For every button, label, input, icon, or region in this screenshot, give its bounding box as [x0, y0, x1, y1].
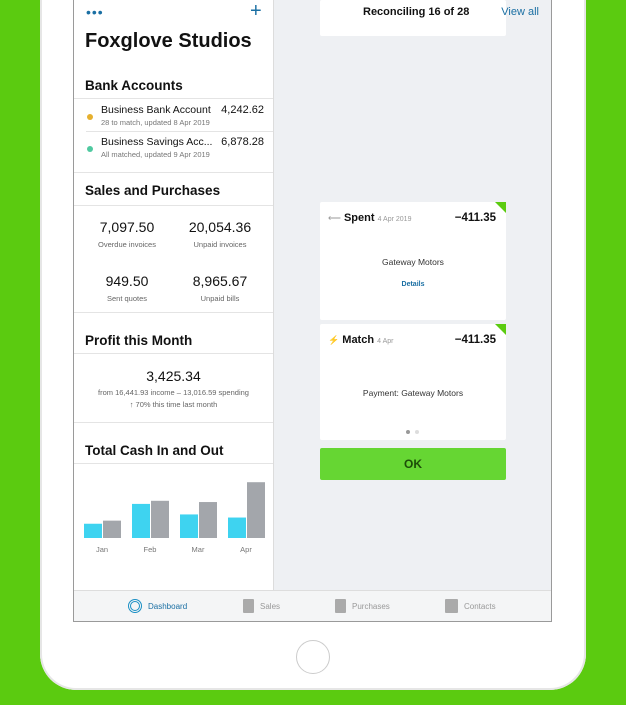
stat-value: 949.50	[105, 273, 149, 289]
corner-flag	[495, 202, 506, 213]
spent-date: 4 Apr 2019	[377, 216, 412, 223]
stat-overdue-invoices[interactable]: 7,097.50 Overdue invoices	[82, 219, 172, 249]
stat-unpaid-bills[interactable]: 8,965.67 Unpaid bills	[175, 273, 265, 303]
dashboard-icon	[128, 599, 142, 613]
bar-feb-in	[132, 503, 150, 538]
contact-card-icon	[445, 599, 458, 613]
profit-summary[interactable]: 3,425.34 from 16,441.93 income – 13,016.…	[74, 368, 273, 409]
chart-title: Total Cash In and Out	[85, 443, 224, 458]
stat-value: 20,054.36	[188, 219, 252, 235]
account-amount: 4,242.62	[221, 104, 264, 116]
tab-label: Purchases	[352, 601, 390, 611]
reconcile-header: Reconciling 16 of 28 View all	[275, 0, 551, 28]
list-icon	[335, 599, 346, 613]
account-row[interactable]: Business Savings Acc... 6,878.28 All mat…	[74, 136, 273, 168]
tab-label: Sales	[260, 601, 281, 611]
lightning-icon: ⚡	[328, 335, 340, 345]
tab-purchases[interactable]: Purchases	[335, 599, 390, 613]
home-button[interactable]	[296, 640, 330, 674]
tab-contacts[interactable]: Contacts	[445, 599, 496, 613]
account-amount: 6,878.28	[221, 136, 264, 148]
tab-bar: Dashboard Sales Purchases Contacts	[74, 590, 551, 621]
account-name: Business Savings Acc...	[101, 136, 213, 148]
x-tick-label: Jan	[96, 545, 108, 554]
divider	[74, 205, 273, 206]
bar-apr-out	[247, 482, 265, 538]
bar-jan-out	[103, 520, 121, 538]
spent-card[interactable]: ⟵ Spent 4 Apr 2019 −411.35 Gateway Motor…	[320, 202, 506, 320]
view-all-link[interactable]: View all	[501, 6, 539, 18]
bar-feb-out	[151, 500, 169, 538]
stat-value: 7,097.50	[99, 219, 155, 235]
divider	[74, 312, 273, 313]
account-status: 28 to match, updated 8 Apr 2019	[101, 118, 210, 127]
x-tick-label: Mar	[192, 545, 205, 554]
account-name: Business Bank Account	[101, 104, 211, 116]
tab-label: Dashboard	[148, 601, 188, 611]
more-icon[interactable]: •••	[86, 4, 104, 20]
cash-chart[interactable]: Jan Feb Mar Apr	[74, 470, 273, 555]
profit-heading: Profit this Month	[85, 333, 193, 348]
spent-label: Spent	[343, 212, 375, 224]
stat-unpaid-invoices[interactable]: 20,054.36 Unpaid invoices	[175, 219, 265, 249]
stat-label: Sent quotes	[106, 294, 148, 303]
add-icon[interactable]: +	[250, 0, 262, 23]
divider	[74, 422, 273, 423]
divider	[86, 131, 273, 132]
bar-apr-in	[228, 517, 246, 538]
match-amount: −411.35	[454, 334, 496, 346]
match-date: 4 Apr	[377, 338, 394, 345]
corner-flag	[495, 324, 506, 335]
account-status: All matched, updated 9 Apr 2019	[101, 150, 210, 159]
spent-amount: −411.35	[454, 212, 496, 224]
divider	[74, 463, 273, 464]
document-icon	[243, 599, 254, 613]
match-card[interactable]: ⚡ Match 4 Apr −411.35 Payment: Gateway M…	[320, 324, 506, 440]
page-dot-active[interactable]	[406, 430, 410, 434]
tab-dashboard[interactable]: Dashboard	[128, 599, 187, 613]
profit-detail: from 16,441.93 income – 13,016.59 spendi…	[98, 388, 249, 397]
divider	[74, 98, 273, 99]
details-link[interactable]: Details	[320, 281, 506, 288]
stat-label: Overdue invoices	[98, 240, 156, 249]
reconcile-panel: Reconciling 16 of 28 View all ⟵ Spent 4 …	[275, 0, 551, 590]
match-payee: Payment: Gateway Motors	[362, 388, 464, 398]
screen: ••• + Foxglove Studios Bank Accounts Bus…	[73, 0, 552, 622]
bank-accounts-heading: Bank Accounts	[85, 78, 183, 93]
status-dot	[87, 146, 93, 152]
stat-sent-quotes[interactable]: 949.50 Sent quotes	[82, 273, 172, 303]
bar-jan-in	[84, 523, 102, 538]
x-tick-label: Feb	[144, 545, 157, 554]
sales-heading: Sales and Purchases	[85, 183, 221, 198]
page-dot[interactable]	[415, 430, 419, 434]
stat-label: Unpaid bills	[200, 294, 240, 303]
ok-button[interactable]: OK	[320, 448, 506, 480]
tab-sales[interactable]: Sales	[243, 599, 280, 613]
stat-label: Unpaid invoices	[193, 240, 247, 249]
divider	[74, 172, 273, 173]
profit-value: 3,425.34	[146, 368, 201, 384]
stat-value: 8,965.67	[192, 273, 248, 289]
bar-mar-in	[180, 514, 198, 538]
spent-payee: Gateway Motors	[382, 257, 444, 267]
divider	[74, 353, 273, 354]
bar-mar-out	[199, 502, 217, 538]
organization-title: Foxglove Studios	[85, 30, 252, 52]
match-label: Match	[342, 334, 375, 346]
arrow-left-icon: ⟵	[328, 213, 341, 223]
dashboard-panel: ••• + Foxglove Studios Bank Accounts Bus…	[74, 0, 274, 590]
tab-label: Contacts	[464, 601, 496, 611]
x-tick-label: Apr	[240, 545, 252, 554]
profit-trend: ↑ 70% this time last month	[129, 400, 218, 409]
status-dot	[87, 114, 93, 120]
reconcile-title: Reconciling 16 of 28	[363, 6, 470, 18]
